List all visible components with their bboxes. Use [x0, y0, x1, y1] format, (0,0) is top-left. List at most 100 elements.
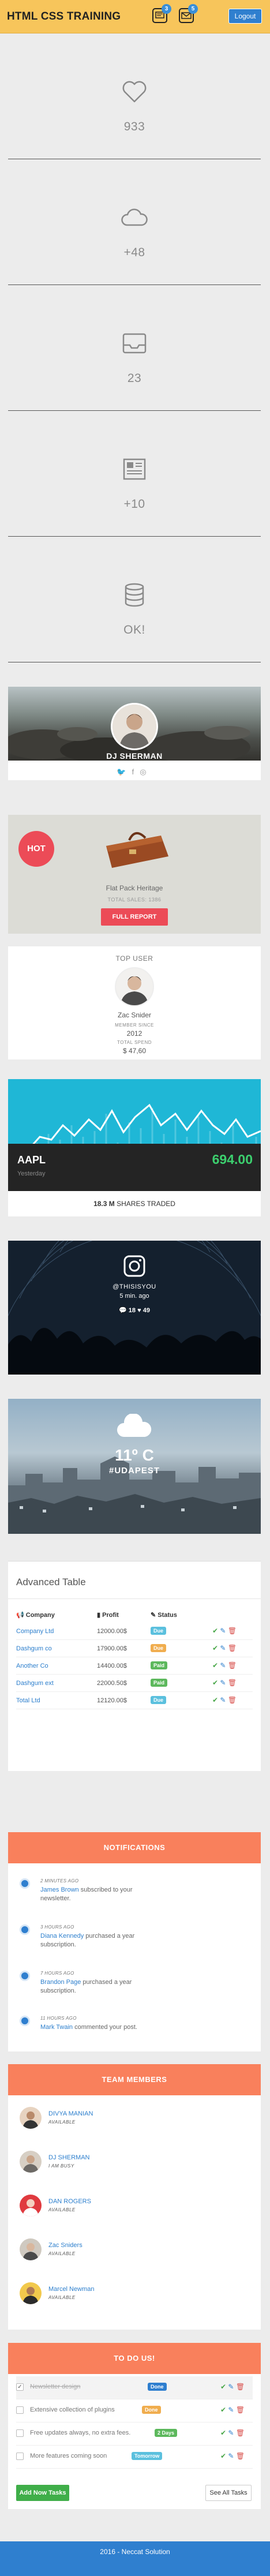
- trash-icon[interactable]: 🗑: [228, 1644, 237, 1652]
- trash-icon[interactable]: 🗑: [236, 2429, 245, 2437]
- row-actions: ✔ ✎ 🗑: [212, 1679, 237, 1687]
- team-members-panel: TEAM MEMBERS DIVYA MANIAN AVAILABLE DJ S…: [8, 2064, 261, 2330]
- twitter-icon[interactable]: 🐦: [117, 767, 132, 776]
- full-report-button[interactable]: FULL REPORT: [101, 908, 168, 926]
- todo-actions: ✔ ✎ 🗑: [220, 2406, 245, 2414]
- avatar[interactable]: [111, 703, 158, 750]
- avatar[interactable]: [20, 2151, 42, 2173]
- avatar[interactable]: [20, 2195, 42, 2216]
- comment-icon[interactable]: 💬: [119, 1307, 127, 1314]
- notifications-panel: NOTIFICATIONS 2 MINUTES AGO James Brown …: [8, 1832, 261, 2051]
- pencil-icon[interactable]: ✎: [220, 1661, 226, 1669]
- notification-user[interactable]: Diana Kennedy: [40, 1933, 84, 1940]
- cloud-icon: [117, 1414, 152, 1437]
- trash-icon[interactable]: 🗑: [228, 1661, 237, 1669]
- add-task-button[interactable]: Add Now Tasks: [16, 2485, 69, 2501]
- todo-checkbox[interactable]: [16, 2453, 24, 2460]
- notification-time: 7 HOURS AGO: [40, 1971, 74, 1976]
- instagram-handle[interactable]: @THISISYOU: [8, 1283, 261, 1290]
- dribbble-icon[interactable]: ◎: [140, 767, 152, 776]
- trash-icon[interactable]: 🗑: [228, 1679, 237, 1687]
- avatar[interactable]: [20, 2282, 42, 2304]
- pencil-icon[interactable]: ✎: [220, 1679, 226, 1687]
- notification-user[interactable]: James Brown: [40, 1886, 79, 1893]
- company-link[interactable]: Total Ltd: [16, 1697, 40, 1704]
- notification-user[interactable]: Brandon Page: [40, 1979, 81, 1986]
- notifications-title: NOTIFICATIONS: [8, 1832, 261, 1863]
- check-icon[interactable]: ✔: [220, 2406, 226, 2414]
- trash-icon[interactable]: 🗑: [228, 1696, 237, 1704]
- inbox-icon: [122, 333, 147, 354]
- stock-price: 694.00: [212, 1152, 253, 1167]
- check-icon[interactable]: ✔: [212, 1661, 218, 1669]
- pencil-icon[interactable]: ✎: [220, 1644, 226, 1652]
- company-link[interactable]: Another Co: [16, 1663, 48, 1669]
- check-icon[interactable]: ✔: [220, 2383, 226, 2391]
- member-status: AVAILABLE: [48, 2207, 76, 2212]
- stock-subtitle: Yesterday: [17, 1170, 46, 1177]
- profile-name: DJ SHERMAN: [106, 751, 163, 761]
- brand-title[interactable]: HTML CSS TRAINING: [7, 10, 121, 23]
- team-member: DIVYA MANIAN AVAILABLE: [20, 2107, 250, 2136]
- messages-icon[interactable]: 3: [152, 4, 171, 23]
- check-icon[interactable]: ✔: [220, 2429, 226, 2437]
- check-icon[interactable]: ✔: [220, 2452, 226, 2460]
- member-name[interactable]: Zac Sniders: [48, 2242, 82, 2249]
- todo-checkbox[interactable]: [16, 2429, 24, 2437]
- traded-label: SHARES TRADED: [117, 1200, 175, 1208]
- see-all-tasks-button[interactable]: See All Tasks: [205, 2485, 252, 2501]
- check-icon[interactable]: ✔: [212, 1696, 218, 1704]
- trash-icon[interactable]: 🗑: [236, 2383, 245, 2391]
- stat-database: OK!: [8, 537, 261, 662]
- todo-item: ✓ Newsletter design Done ✔ ✎ 🗑: [16, 2376, 253, 2399]
- timeline-dot-icon: [20, 1924, 30, 1935]
- facebook-icon[interactable]: f: [132, 767, 140, 776]
- pencil-icon[interactable]: ✎: [220, 1627, 226, 1635]
- heart-icon[interactable]: ♥: [137, 1307, 141, 1314]
- weather-city: #UDAPEST: [108, 1466, 160, 1476]
- pencil-icon[interactable]: ✎: [220, 1696, 226, 1704]
- company-link[interactable]: Dashgum co: [16, 1645, 52, 1652]
- bullhorn-icon: 📢: [16, 1612, 24, 1619]
- pencil-icon[interactable]: ✎: [228, 2406, 234, 2414]
- row-actions: ✔ ✎ 🗑: [212, 1661, 237, 1669]
- pencil-icon[interactable]: ✎: [228, 2429, 234, 2437]
- instagram-card: @THISISYOU 5 min. ago 💬 18 ♥ 49: [8, 1241, 261, 1375]
- pencil-icon[interactable]: ✎: [228, 2383, 234, 2391]
- company-link[interactable]: Company Ltd: [16, 1628, 54, 1635]
- trash-icon[interactable]: 🗑: [228, 1627, 237, 1635]
- notification-user[interactable]: Mark Twain: [40, 2024, 73, 2031]
- product-image: [106, 832, 168, 868]
- check-icon[interactable]: ✔: [212, 1627, 218, 1635]
- team-member: Zac Sniders AVAILABLE: [20, 2238, 250, 2267]
- avatar[interactable]: [20, 2238, 42, 2260]
- trash-icon[interactable]: 🗑: [236, 2452, 245, 2460]
- todo-actions: ✔ ✎ 🗑: [220, 2429, 245, 2437]
- instagram-icon[interactable]: [123, 1255, 146, 1278]
- company-link[interactable]: Dashgum ext: [16, 1680, 54, 1687]
- stat-cloud: +48: [8, 159, 261, 285]
- todo-checkbox[interactable]: [16, 2406, 24, 2414]
- todo-checkbox[interactable]: ✓: [16, 2383, 24, 2391]
- member-status: AVAILABLE: [48, 2120, 76, 2125]
- check-icon[interactable]: ✔: [212, 1679, 218, 1687]
- member-name[interactable]: DJ SHERMAN: [48, 2154, 90, 2161]
- top-user-avatar[interactable]: [115, 967, 154, 1006]
- member-name[interactable]: Marcel Newman: [48, 2286, 94, 2293]
- pencil-icon[interactable]: ✎: [228, 2452, 234, 2460]
- todo-text: Extensive collection of plugins: [30, 2406, 115, 2413]
- mail-icon[interactable]: 5: [179, 4, 198, 23]
- trash-icon[interactable]: 🗑: [236, 2406, 245, 2414]
- member-since-value: 2012: [126, 1029, 142, 1038]
- check-icon[interactable]: ✔: [212, 1644, 218, 1652]
- team-member: DJ SHERMAN I AM BUSY: [20, 2151, 250, 2180]
- table-row: Total Ltd 12120.00$ Due ✔ ✎ 🗑: [16, 1692, 253, 1709]
- logout-button[interactable]: Logout: [228, 9, 262, 24]
- instagram-ago: 5 min. ago: [119, 1293, 149, 1300]
- status-badge: Paid: [151, 1679, 168, 1687]
- member-name[interactable]: DIVYA MANIAN: [48, 2110, 93, 2117]
- member-name[interactable]: DAN ROGERS: [48, 2198, 91, 2205]
- avatar[interactable]: [20, 2107, 42, 2129]
- advanced-table: Advanced Table 📢 Company ▮ Profit ✎ Stat…: [8, 1561, 261, 1771]
- todo-actions: ✔ ✎ 🗑: [220, 2383, 245, 2391]
